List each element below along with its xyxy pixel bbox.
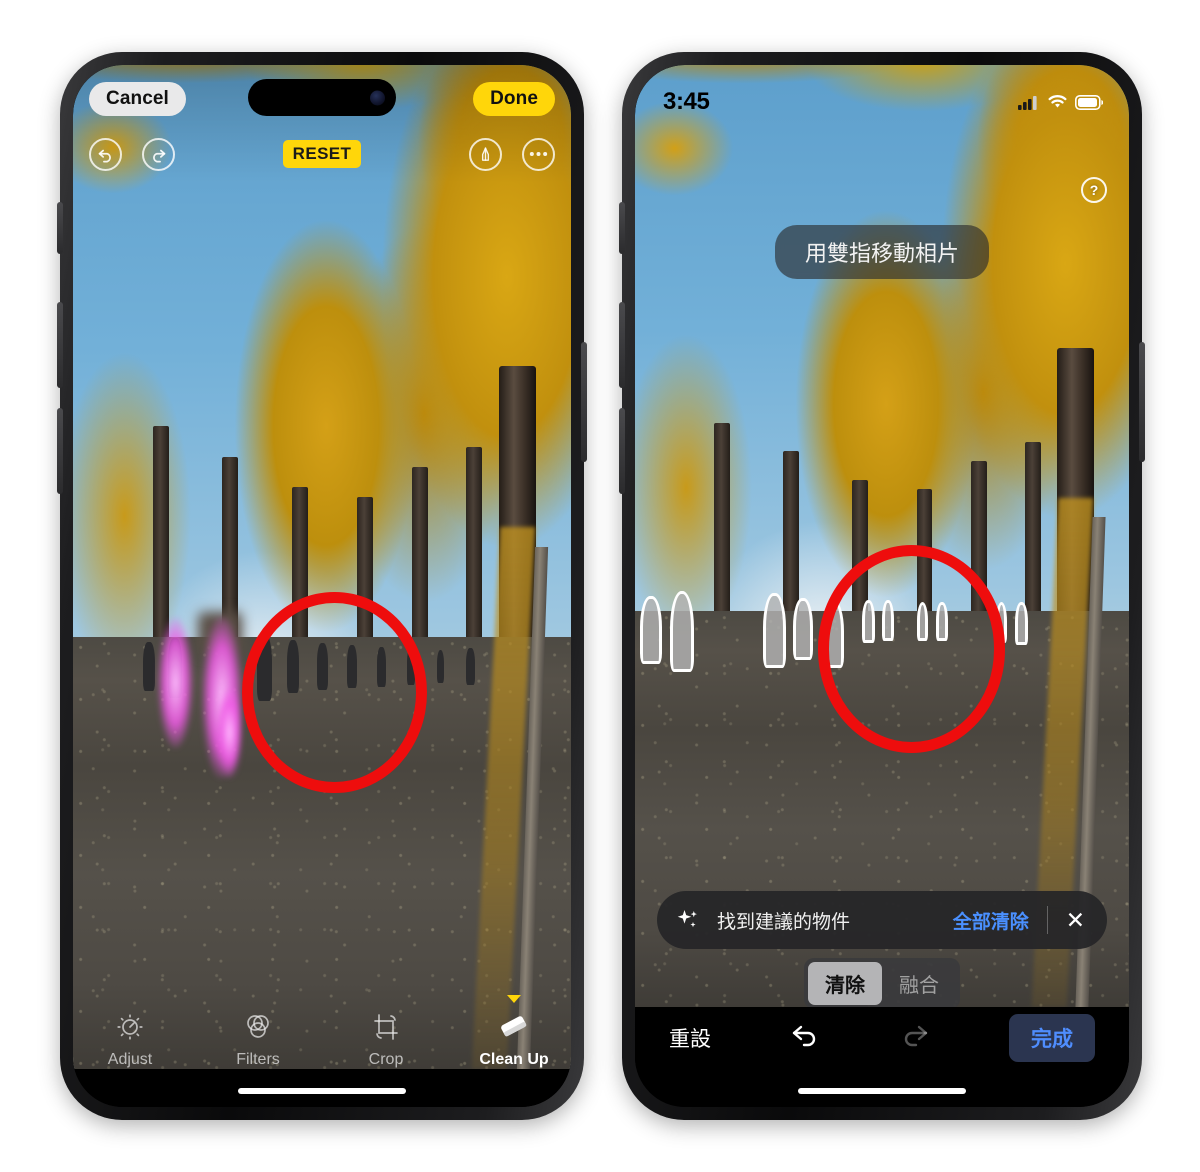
power-button[interactable] xyxy=(581,342,587,462)
red-annotation-circle xyxy=(817,545,1006,753)
editor-tool-row: RESET xyxy=(73,131,571,177)
suggestion-text: 找到建議的物件 xyxy=(717,911,851,933)
help-question-icon[interactable]: ? xyxy=(1081,177,1107,203)
mode-segmented-control: 清除 融合 xyxy=(804,958,960,1009)
pedestrian xyxy=(466,648,476,686)
crop-icon xyxy=(340,1007,432,1047)
reset-button[interactable]: RESET xyxy=(282,140,362,168)
detected-object[interactable] xyxy=(639,596,662,665)
battery-icon xyxy=(1075,94,1103,110)
wifi-icon xyxy=(1048,95,1067,108)
volume-down-button[interactable] xyxy=(57,408,63,494)
clear-all-button[interactable]: 全部清除 xyxy=(953,907,1029,934)
photo-canvas-right[interactable] xyxy=(635,65,1129,1007)
phone-left-screen: Cancel Done RESET Adjust Filters Crop Cl… xyxy=(73,65,571,1107)
close-x-icon[interactable]: ✕ xyxy=(1066,908,1085,932)
volume-down-button[interactable] xyxy=(619,408,625,494)
segment-blend[interactable]: 融合 xyxy=(882,962,956,1005)
reset-button[interactable]: 重設 xyxy=(669,1023,711,1053)
undo-icon[interactable] xyxy=(89,137,122,171)
volume-up-button[interactable] xyxy=(57,302,63,388)
undo-arrow-icon[interactable] xyxy=(789,1023,821,1054)
done-button[interactable]: 完成 xyxy=(1009,1014,1095,1062)
tool-filters[interactable]: Filters xyxy=(212,1007,304,1069)
screenshot-canvas: Cancel Done RESET Adjust Filters Crop Cl… xyxy=(0,0,1200,1172)
detected-object[interactable] xyxy=(669,590,695,672)
home-indicator[interactable] xyxy=(798,1088,966,1094)
cleanup-brush-stroke xyxy=(157,617,193,748)
front-camera xyxy=(370,90,385,105)
editor-bottom-toolbar: Adjust Filters Crop Clean Up xyxy=(73,977,571,1069)
status-time: 3:45 xyxy=(663,88,710,115)
status-bar: 3:45 xyxy=(635,65,1129,127)
selected-tool-indicator xyxy=(507,995,521,1003)
dynamic-island xyxy=(248,79,396,116)
action-button[interactable] xyxy=(57,202,63,254)
phone-right-screen: 3:45 ? 用雙指移動相片 找到建議的物件 全部清除 ✕ 清除 融合 重設 完… xyxy=(635,65,1129,1107)
detected-object[interactable] xyxy=(793,598,813,661)
redo-icon[interactable] xyxy=(142,137,175,171)
sparkle-icon xyxy=(677,910,697,928)
tool-clean-up[interactable]: Clean Up xyxy=(468,995,560,1069)
more-ellipsis-icon[interactable] xyxy=(522,137,555,171)
status-indicators xyxy=(1018,94,1103,110)
detected-object[interactable] xyxy=(763,592,787,668)
action-button[interactable] xyxy=(619,202,625,254)
photo-canvas-left[interactable] xyxy=(73,65,571,1069)
pedestrian xyxy=(142,641,155,692)
home-indicator[interactable] xyxy=(238,1088,406,1094)
power-button[interactable] xyxy=(1139,342,1145,462)
tool-crop-label: Crop xyxy=(368,1051,404,1068)
tool-filters-label: Filters xyxy=(236,1051,280,1068)
markup-pen-icon[interactable] xyxy=(469,137,502,171)
tool-crop[interactable]: Crop xyxy=(340,1007,432,1069)
done-button[interactable]: Done xyxy=(473,82,555,116)
phone-right: 3:45 ? 用雙指移動相片 找到建議的物件 全部清除 ✕ 清除 融合 重設 完… xyxy=(619,52,1145,1120)
red-annotation-circle xyxy=(242,592,427,793)
filters-circles-icon xyxy=(212,1007,304,1047)
adjust-dial-icon xyxy=(84,1007,176,1047)
volume-up-button[interactable] xyxy=(619,302,625,388)
pedestrian xyxy=(436,649,445,684)
suggestion-bar: 找到建議的物件 全部清除 ✕ xyxy=(657,891,1107,949)
redo-arrow-icon[interactable] xyxy=(899,1023,931,1054)
cellular-bars-icon xyxy=(1018,96,1037,110)
divider xyxy=(1046,906,1048,934)
editor-bottom-bar: 重設 完成 xyxy=(635,1007,1129,1069)
segment-erase[interactable]: 清除 xyxy=(808,962,882,1005)
cancel-button[interactable]: Cancel xyxy=(89,82,186,116)
detected-object[interactable] xyxy=(1015,601,1029,646)
tool-clean-up-label: Clean Up xyxy=(479,1051,549,1068)
tool-adjust[interactable]: Adjust xyxy=(84,1007,176,1069)
eraser-icon xyxy=(468,1007,560,1047)
phone-left: Cancel Done RESET Adjust Filters Crop Cl… xyxy=(57,52,587,1120)
gesture-hint-pill: 用雙指移動相片 xyxy=(774,225,990,279)
tool-adjust-label: Adjust xyxy=(107,1051,153,1068)
